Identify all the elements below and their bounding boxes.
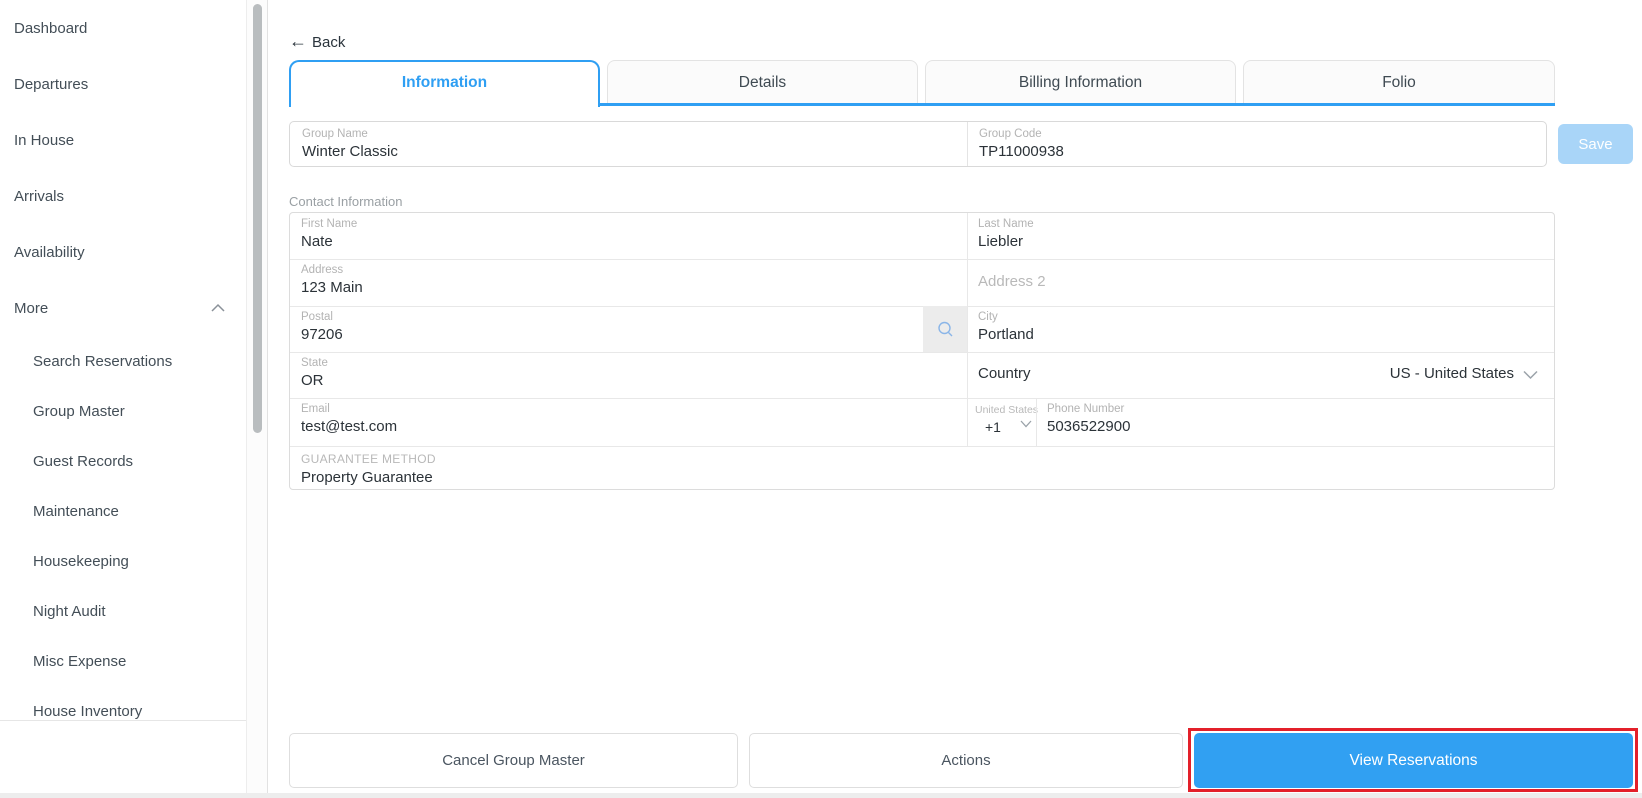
back-label: Back bbox=[312, 34, 346, 51]
address-field[interactable]: Address 123 Main bbox=[290, 259, 967, 306]
contact-section-label: Contact Information bbox=[289, 194, 403, 209]
sidebar-item-departures[interactable]: Departures bbox=[14, 76, 88, 94]
phone-number-value: 5036522900 bbox=[1047, 418, 1131, 435]
sidebar-item-dashboard[interactable]: Dashboard bbox=[14, 20, 87, 38]
address-value: 123 Main bbox=[301, 279, 363, 296]
main-content: ← Back Information Details Billing Inform… bbox=[268, 0, 1642, 798]
postal-label: Postal bbox=[301, 311, 333, 323]
address2-field[interactable]: Address 2 bbox=[967, 259, 1554, 306]
sidebar-item-maintenance[interactable]: Maintenance bbox=[33, 503, 119, 521]
postal-value: 97206 bbox=[301, 326, 343, 343]
email-value: test@test.com bbox=[301, 418, 398, 435]
sidebar-item-guest-records[interactable]: Guest Records bbox=[33, 453, 133, 471]
tab-billing-information[interactable]: Billing Information bbox=[925, 60, 1236, 103]
back-arrow-icon: ← bbox=[289, 31, 307, 51]
group-name-field[interactable]: Group Name Winter Classic bbox=[290, 122, 967, 166]
state-label: State bbox=[301, 357, 328, 369]
sidebar-item-misc-expense[interactable]: Misc Expense bbox=[33, 653, 126, 671]
search-icon bbox=[938, 321, 953, 337]
sidebar-scrollbar-track[interactable] bbox=[246, 0, 268, 793]
last-name-label: Last Name bbox=[978, 218, 1034, 230]
group-fields-box: Group Name Winter Classic Group Code TP1… bbox=[289, 121, 1547, 167]
actions-button[interactable]: Actions bbox=[749, 733, 1183, 788]
address-label: Address bbox=[301, 264, 344, 276]
sidebar-item-group-master[interactable]: Group Master bbox=[33, 403, 125, 421]
email-field[interactable]: Email test@test.com bbox=[290, 398, 967, 446]
phone-number-field[interactable]: Phone Number 5036522900 bbox=[1036, 398, 1554, 446]
bottom-edge-strip bbox=[0, 793, 1642, 798]
last-name-value: Liebler bbox=[978, 233, 1024, 250]
app-window: Dashboard Departures In House Arrivals A… bbox=[0, 0, 1642, 798]
group-name-label: Group Name bbox=[302, 128, 368, 140]
state-value: OR bbox=[301, 372, 324, 389]
contact-grid: First Name Nate Last Name Liebler Addres… bbox=[289, 212, 1555, 490]
sidebar: Dashboard Departures In House Arrivals A… bbox=[0, 0, 246, 798]
sidebar-footer: ? TrainKey 0 bbox=[0, 720, 268, 793]
address2-placeholder: Address 2 bbox=[978, 273, 1046, 290]
guarantee-method-value: Property Guarantee bbox=[301, 469, 433, 486]
back-link[interactable]: ← Back bbox=[289, 30, 345, 52]
sidebar-item-availability[interactable]: Availability bbox=[14, 244, 85, 262]
sidebar-item-search-reservations[interactable]: Search Reservations bbox=[33, 353, 172, 371]
city-value: Portland bbox=[978, 326, 1034, 343]
phone-number-label: Phone Number bbox=[1047, 403, 1125, 415]
group-code-label: Group Code bbox=[979, 128, 1042, 140]
group-name-value: Winter Classic bbox=[302, 143, 398, 160]
chevron-down-icon bbox=[1523, 370, 1538, 380]
sidebar-item-arrivals[interactable]: Arrivals bbox=[14, 188, 64, 206]
state-field[interactable]: State OR bbox=[290, 352, 967, 398]
dial-code-label: United States bbox=[975, 404, 1039, 416]
city-label: City bbox=[978, 311, 998, 323]
country-label: Country bbox=[978, 365, 1031, 382]
view-reservations-button[interactable]: View Reservations bbox=[1194, 733, 1633, 788]
sidebar-scrollbar-thumb[interactable] bbox=[253, 4, 262, 433]
first-name-value: Nate bbox=[301, 233, 333, 250]
sidebar-item-housekeeping[interactable]: Housekeeping bbox=[33, 553, 129, 571]
country-select[interactable]: Country US - United States bbox=[967, 352, 1554, 398]
sidebar-item-more[interactable]: More bbox=[14, 300, 48, 318]
sidebar-item-night-audit[interactable]: Night Audit bbox=[33, 603, 106, 621]
guarantee-method-field[interactable]: GUARANTEE METHOD Property Guarantee bbox=[290, 446, 1554, 491]
postal-field[interactable]: Postal 97206 bbox=[290, 306, 923, 352]
sidebar-item-house-inventory[interactable]: House Inventory bbox=[33, 703, 142, 721]
postal-search-button[interactable] bbox=[923, 306, 967, 352]
dial-code-value: +1 bbox=[985, 419, 1001, 435]
dial-code-select[interactable]: United States +1 bbox=[967, 398, 1039, 446]
tab-information[interactable]: Information bbox=[289, 60, 600, 107]
group-code-field[interactable]: Group Code TP11000938 bbox=[967, 122, 1547, 166]
group-code-value: TP11000938 bbox=[979, 143, 1064, 160]
first-name-label: First Name bbox=[301, 218, 358, 230]
email-label: Email bbox=[301, 403, 330, 415]
chevron-up-icon bbox=[211, 303, 225, 312]
cancel-group-master-button[interactable]: Cancel Group Master bbox=[289, 733, 738, 788]
chevron-down-icon bbox=[1020, 420, 1032, 428]
city-field[interactable]: City Portland bbox=[967, 306, 1554, 352]
sidebar-item-in-house[interactable]: In House bbox=[14, 132, 74, 150]
guarantee-method-label: GUARANTEE METHOD bbox=[301, 452, 436, 466]
save-button[interactable]: Save bbox=[1558, 124, 1633, 164]
tab-folio[interactable]: Folio bbox=[1243, 60, 1555, 103]
country-value: US - United States bbox=[1389, 365, 1514, 382]
last-name-field[interactable]: Last Name Liebler bbox=[967, 213, 1554, 259]
first-name-field[interactable]: First Name Nate bbox=[290, 213, 967, 259]
tab-details[interactable]: Details bbox=[607, 60, 918, 103]
